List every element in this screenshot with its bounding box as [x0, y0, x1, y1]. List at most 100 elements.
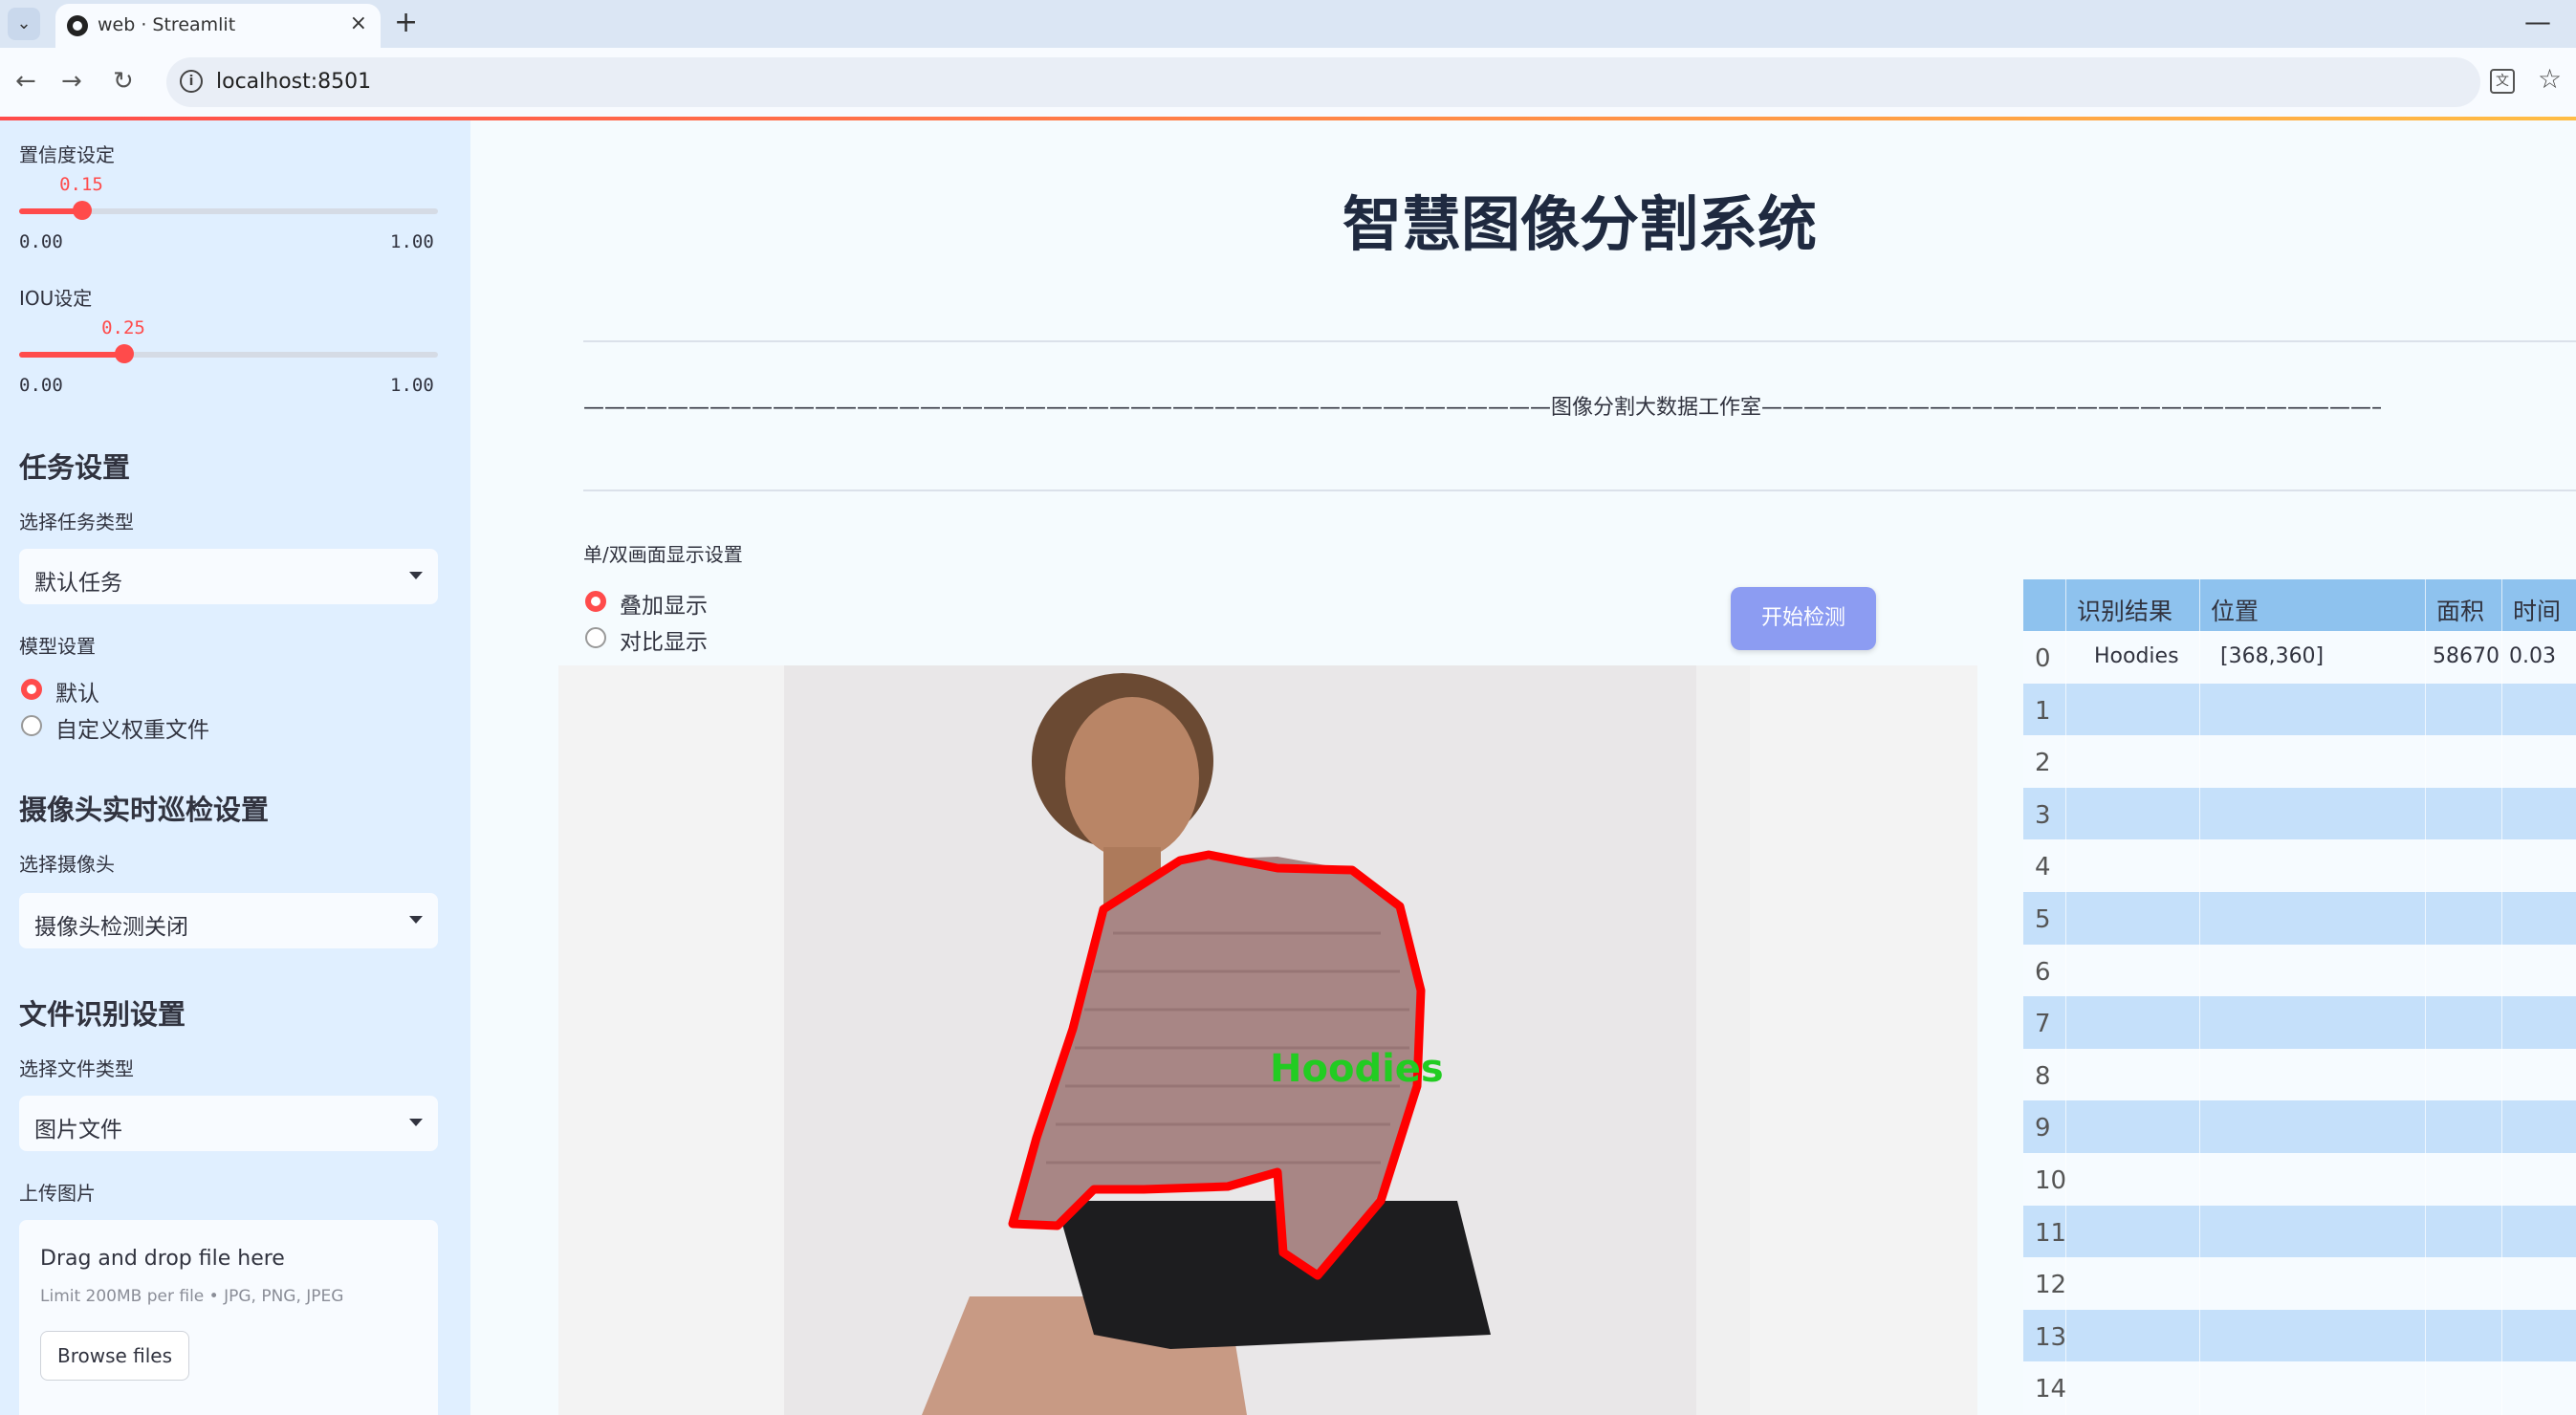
column-header[interactable]: 时间	[2513, 593, 2561, 627]
table-row[interactable]: 2	[2023, 735, 2576, 789]
table-row[interactable]: 13	[2023, 1309, 2576, 1362]
iou-slider-fill	[19, 352, 124, 358]
cell-result: Hoodies	[2094, 644, 2179, 668]
table-row[interactable]: 5	[2023, 892, 2576, 945]
back-arrow-icon[interactable]: ←	[15, 67, 36, 96]
window-minimize-icon[interactable]: —	[2524, 6, 2551, 37]
column-header[interactable]: 位置	[2211, 593, 2259, 627]
chevron-down-icon	[409, 572, 423, 579]
streamlit-favicon-icon	[67, 15, 88, 36]
table-row[interactable]: 9	[2023, 1100, 2576, 1154]
task-type-label: 选择任务类型	[19, 511, 134, 533]
file-type-select[interactable]: 图片文件	[19, 1096, 438, 1151]
bookmark-star-icon[interactable]: ☆	[2538, 63, 2562, 95]
dropzone-title: Drag and drop file here	[40, 1247, 285, 1271]
main-content: 智慧图像分割系统 ———————————————————————————————…	[470, 120, 2576, 1415]
shorts-shape	[1056, 1201, 1491, 1349]
row-index: 0	[2035, 644, 2051, 673]
upload-label: 上传图片	[19, 1182, 96, 1205]
divider	[583, 340, 2576, 342]
site-info-icon[interactable]: i	[180, 70, 203, 93]
detection-label: Hoodies	[1270, 1047, 1444, 1091]
iou-slider[interactable]	[19, 344, 438, 363]
row-index: 9	[2035, 1114, 2051, 1143]
display-option-overlay-label: 叠加显示	[620, 594, 708, 619]
table-row[interactable]: 10	[2023, 1153, 2576, 1206]
column-header[interactable]: 识别结果	[2077, 593, 2172, 627]
task-type-selected: 默认任务	[34, 571, 122, 596]
forward-arrow-icon[interactable]: →	[61, 67, 82, 96]
camera-selected: 摄像头检测关闭	[34, 915, 188, 940]
radio-selected-icon[interactable]	[21, 679, 42, 700]
row-index: 8	[2035, 1061, 2051, 1091]
iou-label: IOU设定	[19, 287, 93, 310]
tab-list-chevron-icon[interactable]: ⌄	[8, 8, 40, 40]
new-tab-icon[interactable]: +	[394, 6, 418, 39]
iou-max: 1.00	[390, 375, 434, 396]
iou-slider-thumb[interactable]	[115, 344, 134, 363]
camera-settings-heading: 摄像头实时巡检设置	[19, 794, 270, 826]
row-index: 3	[2035, 800, 2051, 830]
browser-tab-bar: ⌄ web · Streamlit × + —	[0, 0, 2576, 48]
confidence-slider[interactable]	[19, 201, 438, 220]
chevron-down-icon	[409, 916, 423, 924]
task-settings-heading: 任务设置	[19, 451, 131, 484]
sidebar: 置信度设定 0.15 0.00 1.00 IOU设定 0.25 0.00 1.0…	[0, 120, 470, 1415]
table-row[interactable]: 14	[2023, 1361, 2576, 1415]
file-dropzone[interactable]: Drag and drop file here Limit 200MB per …	[19, 1220, 438, 1415]
table-row[interactable]: 12	[2023, 1257, 2576, 1311]
row-index: 10	[2035, 1166, 2067, 1195]
translate-icon[interactable]: 文	[2490, 69, 2515, 94]
table-row[interactable]: 0 Hoodies [368,360] 58670 0.03	[2023, 631, 2576, 684]
radio-selected-icon[interactable]	[585, 591, 606, 612]
column-divider	[2425, 579, 2426, 1415]
model-settings-label: 模型设置	[19, 635, 96, 658]
url-field[interactable]: i localhost:8501	[166, 57, 2480, 107]
table-row[interactable]: 6	[2023, 944, 2576, 997]
browser-tab[interactable]: web · Streamlit ×	[55, 4, 381, 48]
radio-unselected-icon[interactable]	[585, 627, 606, 648]
confidence-max: 1.00	[390, 231, 434, 252]
table-row[interactable]: 4	[2023, 839, 2576, 893]
row-index: 13	[2035, 1322, 2067, 1352]
row-index: 4	[2035, 853, 2051, 882]
browse-files-button[interactable]: Browse files	[40, 1331, 189, 1381]
subtitle: ————————————————————————————————————————…	[583, 396, 2381, 420]
display-option-compare-label: 对比显示	[620, 630, 708, 655]
address-bar: ← → ↻ i localhost:8501 文 ☆	[0, 48, 2576, 117]
row-index: 11	[2035, 1218, 2067, 1248]
reload-icon[interactable]: ↻	[113, 67, 134, 96]
table-row[interactable]: 11	[2023, 1205, 2576, 1258]
cell-time: 0.03	[2509, 644, 2556, 668]
confidence-value: 0.15	[59, 174, 103, 195]
column-header[interactable]: 面积	[2436, 593, 2484, 627]
task-type-select[interactable]: 默认任务	[19, 549, 438, 604]
url-text: localhost:8501	[216, 70, 372, 94]
segmentation-result-image: Hoodies	[558, 665, 1977, 1415]
iou-min: 0.00	[19, 375, 63, 396]
file-type-label: 选择文件类型	[19, 1057, 134, 1080]
tab-close-icon[interactable]: ×	[350, 11, 367, 35]
confidence-min: 0.00	[19, 231, 63, 252]
chevron-down-icon	[409, 1119, 423, 1126]
row-index: 2	[2035, 749, 2051, 778]
row-index: 5	[2035, 905, 2051, 934]
table-row[interactable]: 8	[2023, 1048, 2576, 1101]
divider	[583, 490, 2576, 491]
start-detection-button[interactable]: 开始检测	[1731, 587, 1876, 650]
table-row[interactable]: 3	[2023, 787, 2576, 840]
tab-title: web · Streamlit	[98, 14, 236, 35]
table-row[interactable]: 1	[2023, 683, 2576, 736]
table-row[interactable]: 7	[2023, 996, 2576, 1050]
camera-select-label: 选择摄像头	[19, 853, 115, 876]
display-mode-label: 单/双画面显示设置	[583, 543, 743, 566]
row-index: 6	[2035, 957, 2051, 987]
results-table[interactable]: 识别结果 位置 面积 时间 0 Hoodies [368,360] 58670 0.03…	[2023, 579, 2576, 1415]
column-divider	[2501, 579, 2502, 1415]
radio-unselected-icon[interactable]	[21, 715, 42, 736]
camera-select[interactable]: 摄像头检测关闭	[19, 893, 438, 948]
column-divider	[2199, 579, 2200, 1415]
confidence-slider-thumb[interactable]	[73, 201, 92, 220]
row-index: 7	[2035, 1010, 2051, 1039]
row-index: 14	[2035, 1375, 2067, 1404]
